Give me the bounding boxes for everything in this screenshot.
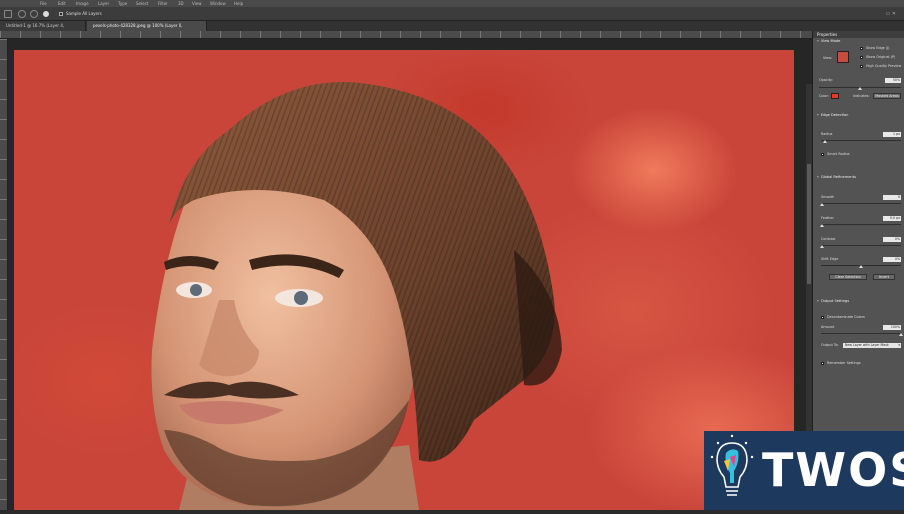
show-original-checkbox[interactable] (860, 56, 863, 59)
output-settings-heading: Output Settings (817, 299, 849, 304)
subtract-brush-icon[interactable] (30, 10, 38, 18)
tab-untitled[interactable]: Untitled-1 @ 16.7% (Layer 4, RGB/8#)× (0, 21, 86, 38)
feather-slider-knob[interactable] (820, 224, 824, 227)
output-to-label: Output To: (821, 343, 839, 347)
shift-edge-slider-knob[interactable] (859, 265, 863, 268)
document-tabs: Untitled-1 @ 16.7% (Layer 4, RGB/8#)× pe… (0, 21, 904, 38)
menu-type[interactable]: Type (118, 0, 127, 7)
indicates-label: Indicates: (853, 94, 870, 98)
feather-value[interactable]: 0.0 px (883, 216, 901, 221)
window-controls[interactable]: ▭ ✕ (885, 11, 896, 17)
radius-slider[interactable] (821, 140, 901, 141)
amount-slider[interactable] (821, 333, 901, 334)
amount-value[interactable]: 100% (883, 325, 901, 330)
contrast-label: Contrast (821, 237, 836, 241)
brush-size-icon[interactable] (43, 11, 49, 17)
contrast-value[interactable]: 0% (883, 237, 901, 242)
amount-slider-knob[interactable] (899, 333, 903, 336)
radius-slider-knob[interactable] (823, 140, 827, 143)
invert-button[interactable]: Invert (873, 274, 895, 280)
color-swatch[interactable] (831, 93, 839, 99)
remember-settings-label: Remember Settings (827, 361, 861, 365)
menu-layer[interactable]: Layer (98, 0, 109, 7)
color-label: Color: (819, 94, 829, 98)
options-bar: Sample All Layers ▭ ✕ (0, 7, 904, 21)
menu-3d[interactable]: 3D (178, 0, 184, 7)
vertical-ruler (0, 39, 8, 510)
hq-preview-checkbox[interactable] (860, 65, 863, 68)
menu-help[interactable]: Help (234, 0, 243, 7)
contrast-slider-knob[interactable] (820, 245, 824, 248)
smooth-slider-knob[interactable] (820, 203, 824, 206)
decontaminate-colors-checkbox[interactable] (821, 316, 824, 319)
radius-label: Radius (821, 132, 833, 136)
twos-watermark: TWOS (704, 431, 904, 510)
lightbulb-logo-icon (710, 434, 754, 496)
amount-label: Amount (821, 325, 835, 329)
brush-tool-icon[interactable] (4, 10, 12, 18)
output-to-select[interactable]: New Layer with Layer Mask (843, 343, 901, 348)
show-edge-checkbox[interactable] (860, 47, 863, 50)
canvas-area[interactable] (8, 39, 812, 510)
edge-detection-heading: Edge Detection (817, 113, 849, 118)
panel-title: Properties (813, 31, 904, 38)
shift-edge-value[interactable]: 0% (883, 257, 901, 262)
left-iris (190, 284, 202, 296)
view-mode-heading: View Mode (817, 39, 840, 44)
opacity-slider-knob[interactable] (858, 87, 862, 90)
add-brush-icon[interactable] (18, 10, 26, 18)
tab-pexels-photo[interactable]: pexels-photo-428328.jpeg @ 100% (Layer 0… (87, 21, 207, 38)
view-label: View: (823, 56, 833, 60)
menu-edit[interactable]: Edit (58, 0, 66, 7)
menu-select[interactable]: Select (136, 0, 148, 7)
smart-radius-label: Smart Radius (827, 152, 850, 156)
clear-selection-button[interactable]: Clear Selection (829, 274, 867, 280)
opacity-label: Opacity: (819, 78, 833, 82)
shift-edge-label: Shift Edge (821, 257, 839, 261)
remember-settings-checkbox[interactable] (821, 362, 824, 365)
smooth-value[interactable]: 0 (883, 195, 901, 200)
feather-label: Feather (821, 216, 834, 220)
menu-bar: File Edit Image Layer Type Select Filter… (0, 0, 904, 7)
show-edge-label: Show Edge (J) (866, 46, 890, 50)
smart-radius-checkbox[interactable] (821, 153, 824, 156)
global-refinements-heading: Global Refinements (817, 175, 856, 180)
menu-filter[interactable]: Filter (158, 0, 168, 7)
sample-all-layers-label: Sample All Layers (66, 11, 102, 16)
menu-image[interactable]: Image (76, 0, 89, 7)
document-canvas-photo[interactable] (14, 50, 794, 510)
view-thumbnail-icon[interactable] (837, 51, 849, 63)
masked-areas-select[interactable]: Masked Areas (873, 93, 901, 99)
right-iris (294, 291, 308, 305)
radius-value[interactable]: 1 px (883, 132, 901, 137)
smooth-label: Smooth (821, 195, 835, 199)
twos-brand-text: TWOS (762, 443, 904, 497)
smooth-slider[interactable] (821, 203, 901, 204)
menu-window[interactable]: Window (210, 0, 226, 7)
sample-all-layers-checkbox[interactable] (59, 12, 63, 16)
menu-view[interactable]: View (192, 0, 202, 7)
contrast-slider[interactable] (821, 245, 901, 246)
show-original-label: Show Original (P) (866, 55, 896, 59)
decontaminate-colors-label: Decontaminate Colors (827, 315, 865, 319)
horizontal-ruler (0, 31, 812, 39)
feather-slider[interactable] (821, 224, 901, 225)
portrait-photo (151, 82, 562, 510)
opacity-value[interactable]: 50% (885, 78, 901, 83)
scrollbar-thumb[interactable] (807, 164, 811, 284)
hq-preview-label: High Quality Preview (866, 64, 902, 68)
menu-file[interactable]: File (40, 0, 47, 7)
